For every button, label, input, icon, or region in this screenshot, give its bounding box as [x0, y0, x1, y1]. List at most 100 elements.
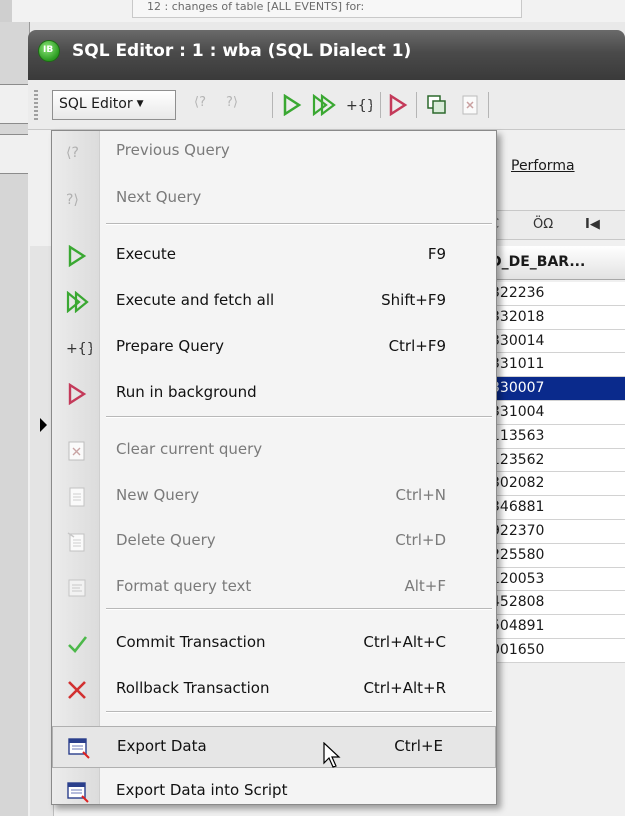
menu-item-next-query[interactable]: ?⟩ Next Query	[52, 178, 498, 218]
export-data-icon	[67, 737, 90, 759]
menu-separator	[106, 608, 492, 610]
menu-item-clear-current-query[interactable]: Clear current query	[52, 430, 498, 470]
table-cell: 331011	[491, 356, 545, 373]
svg-text:+{}: +{}	[346, 98, 372, 114]
clear-query-icon	[66, 440, 88, 462]
menu-item-previous-query[interactable]: ⟨? Previous Query	[52, 131, 498, 171]
menu-item-label: Next Query	[116, 188, 202, 206]
menu-item-export-data[interactable]: Export Data Ctrl+E	[52, 726, 496, 768]
svg-text:⟨?: ⟨?	[66, 145, 79, 161]
new-query-icon	[66, 486, 88, 508]
menu-item-shortcut: Ctrl+E	[394, 737, 443, 755]
menu-item-label: Export Data into Script	[116, 781, 288, 799]
table-cell: 225580	[491, 546, 545, 563]
table-cell: 330007	[491, 380, 545, 397]
svg-text:?⟩: ?⟩	[66, 192, 79, 208]
toolbar-separator	[272, 92, 273, 118]
toolbar-copy-icon[interactable]	[426, 94, 448, 116]
app-logo-icon: IB	[38, 40, 60, 62]
menu-separator	[106, 223, 492, 225]
menu-item-rollback-transaction[interactable]: Rollback Transaction Ctrl+Alt+R	[52, 669, 498, 709]
execute-icon	[66, 245, 88, 267]
sql-editor-menu-label: SQL Editor	[59, 96, 133, 112]
menu-item-execute[interactable]: Execute F9	[52, 235, 498, 275]
menu-item-label: Run in background	[116, 383, 257, 401]
menu-item-shortcut: Ctrl+D	[395, 531, 446, 549]
menu-item-label: Previous Query	[116, 141, 230, 159]
table-cell: 123562	[491, 451, 545, 468]
menu-item-label: Delete Query	[116, 531, 216, 549]
menu-item-label: Prepare Query	[116, 337, 224, 355]
left-edge	[0, 0, 12, 22]
menu-item-format-query-text[interactable]: Format query text Alt+F	[52, 567, 498, 607]
tab-performance-label: Performa	[511, 158, 575, 174]
menu-item-run-in-background[interactable]: Run in background	[52, 373, 498, 413]
menu-item-commit-transaction[interactable]: Commit Transaction Ctrl+Alt+C	[52, 623, 498, 663]
table-cell: 120053	[491, 570, 545, 587]
menu-item-shortcut: Shift+F9	[381, 291, 446, 309]
table-cell: 346881	[491, 499, 545, 516]
menu-separator	[106, 416, 492, 418]
toolbar-run-background-icon[interactable]	[388, 94, 408, 116]
window-title: SQL Editor : 1 : wba (SQL Dialect 1)	[72, 41, 412, 61]
svg-text:+{}: +{}	[66, 341, 92, 357]
menu-item-shortcut: Ctrl+Alt+C	[363, 633, 446, 651]
sql-editor-menu-button[interactable]: SQL Editor ▼	[52, 90, 176, 120]
menu-item-label: Execute	[116, 245, 176, 263]
menu-item-label: Rollback Transaction	[116, 679, 270, 697]
top-panel-text: 12 : changes of table [ALL EVENTS] for:	[132, 0, 522, 18]
sql-editor-dropdown-menu: ⟨? Previous Query ?⟩ Next Query Execute F9 Exe…	[51, 130, 497, 805]
table-cell: 922370	[491, 522, 545, 539]
menu-separator	[106, 711, 492, 713]
export-script-icon	[66, 781, 89, 803]
tab-performance[interactable]: Performa	[511, 158, 575, 174]
menu-item-execute-and-fetch-all[interactable]: Execute and fetch all Shift+F9	[52, 281, 498, 321]
previous-query-icon: ⟨?	[66, 141, 88, 163]
current-row-indicator-icon	[40, 418, 47, 432]
dock-tab-1[interactable]	[0, 84, 30, 124]
toolbar-prepare-query-icon[interactable]: +{}	[346, 94, 372, 116]
table-cell: 001650	[491, 641, 545, 658]
top-status-strip: 12 : changes of table [ALL EVENTS] for:	[0, 0, 625, 22]
table-cell: 331004	[491, 403, 545, 420]
menu-item-export-data-into-script[interactable]: Export Data into Script	[52, 771, 498, 811]
delete-query-icon	[66, 531, 88, 553]
menu-item-prepare-query[interactable]: +{} Prepare Query Ctrl+F9	[52, 327, 498, 367]
table-cell: 322236	[491, 285, 545, 301]
toolbar-grip-handle[interactable]	[34, 90, 38, 120]
menu-item-label: Export Data	[117, 737, 207, 755]
toolbar-execute-icon[interactable]	[282, 94, 302, 116]
commit-check-icon	[66, 633, 88, 655]
window-title-bar[interactable]: IB SQL Editor : 1 : wba (SQL Dialect 1)	[28, 30, 625, 80]
table-cell: 332018	[491, 308, 545, 325]
toolbar-execute-fetch-all-icon[interactable]	[312, 94, 338, 116]
table-cell: 113563	[491, 427, 545, 444]
mouse-pointer-icon	[323, 741, 343, 774]
table-cell: 302082	[491, 475, 545, 492]
menu-item-shortcut: Ctrl+Alt+R	[363, 679, 446, 697]
editor-toolbar: SQL Editor▼ ⟨? ?⟩ +{}	[28, 80, 625, 130]
toolbar-separator	[380, 92, 381, 118]
left-dock-gutter	[0, 22, 30, 816]
menu-item-label: New Query	[116, 486, 200, 504]
grid-toolbar-first-record-button[interactable]: I◀	[585, 217, 600, 232]
table-cell: 330014	[491, 332, 545, 349]
menu-item-label: Commit Transaction	[116, 633, 266, 651]
run-background-icon	[66, 383, 88, 405]
toolbar-separator	[488, 92, 489, 118]
toolbar-clear-icon[interactable]	[460, 94, 480, 116]
menu-item-new-query[interactable]: New Query Ctrl+N	[52, 476, 498, 516]
menu-item-shortcut: Alt+F	[404, 577, 446, 595]
next-query-icon: ?⟩	[66, 188, 88, 210]
toolbar-next-query-icon[interactable]: ?⟩	[226, 95, 238, 110]
toolbar-previous-query-icon[interactable]: ⟨?	[194, 95, 206, 110]
table-cell: 504891	[491, 618, 545, 635]
table-cell: 452808	[491, 594, 545, 611]
menu-item-delete-query[interactable]: Delete Query Ctrl+D	[52, 521, 498, 561]
execute-fetch-all-icon	[66, 291, 89, 313]
menu-item-shortcut: Ctrl+F9	[388, 337, 446, 355]
menu-item-shortcut: F9	[427, 245, 446, 263]
menu-item-shortcut: Ctrl+N	[395, 486, 446, 504]
dock-tab-2[interactable]	[0, 134, 30, 174]
grid-toolbar-omega-button[interactable]: ÖΩ	[533, 217, 553, 232]
